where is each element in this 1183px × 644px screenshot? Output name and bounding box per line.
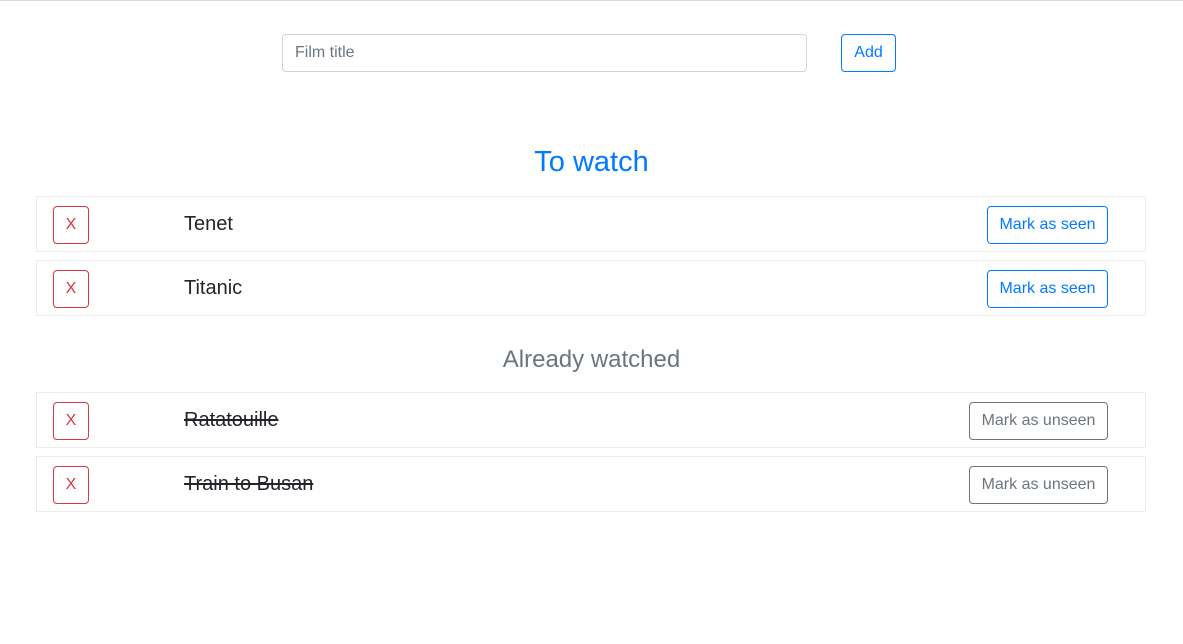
add-button[interactable]: Add	[841, 34, 896, 72]
remove-film-button[interactable]: X	[53, 402, 89, 440]
film-title-watched: Ratatouille	[184, 409, 279, 431]
film-title: Titanic	[184, 277, 243, 299]
mark-as-seen-button[interactable]: Mark as seen	[987, 206, 1108, 244]
mark-as-unseen-button[interactable]: Mark as unseen	[969, 402, 1108, 440]
film-title: Tenet	[184, 213, 233, 235]
add-film-form: Add	[282, 34, 896, 72]
film-title-input[interactable]	[282, 34, 807, 72]
remove-film-button[interactable]: X	[53, 206, 89, 244]
already-watched-heading: Already watched	[502, 346, 681, 373]
film-title-watched: Train to Busan	[184, 473, 314, 495]
already-watched-list: X Ratatouille Mark as unseen X Train to …	[36, 392, 1146, 520]
film-row: X Train to Busan Mark as unseen	[36, 456, 1146, 512]
film-row: X Ratatouille Mark as unseen	[36, 392, 1146, 448]
to-watch-heading: To watch	[534, 146, 649, 178]
to-watch-list: X Tenet Mark as seen X Titanic Mark as s…	[36, 196, 1146, 324]
top-divider	[0, 0, 1183, 1]
remove-film-button[interactable]: X	[53, 270, 89, 308]
film-row: X Tenet Mark as seen	[36, 196, 1146, 252]
mark-as-seen-button[interactable]: Mark as seen	[987, 270, 1108, 308]
mark-as-unseen-button[interactable]: Mark as unseen	[969, 466, 1108, 504]
remove-film-button[interactable]: X	[53, 466, 89, 504]
film-row: X Titanic Mark as seen	[36, 260, 1146, 316]
